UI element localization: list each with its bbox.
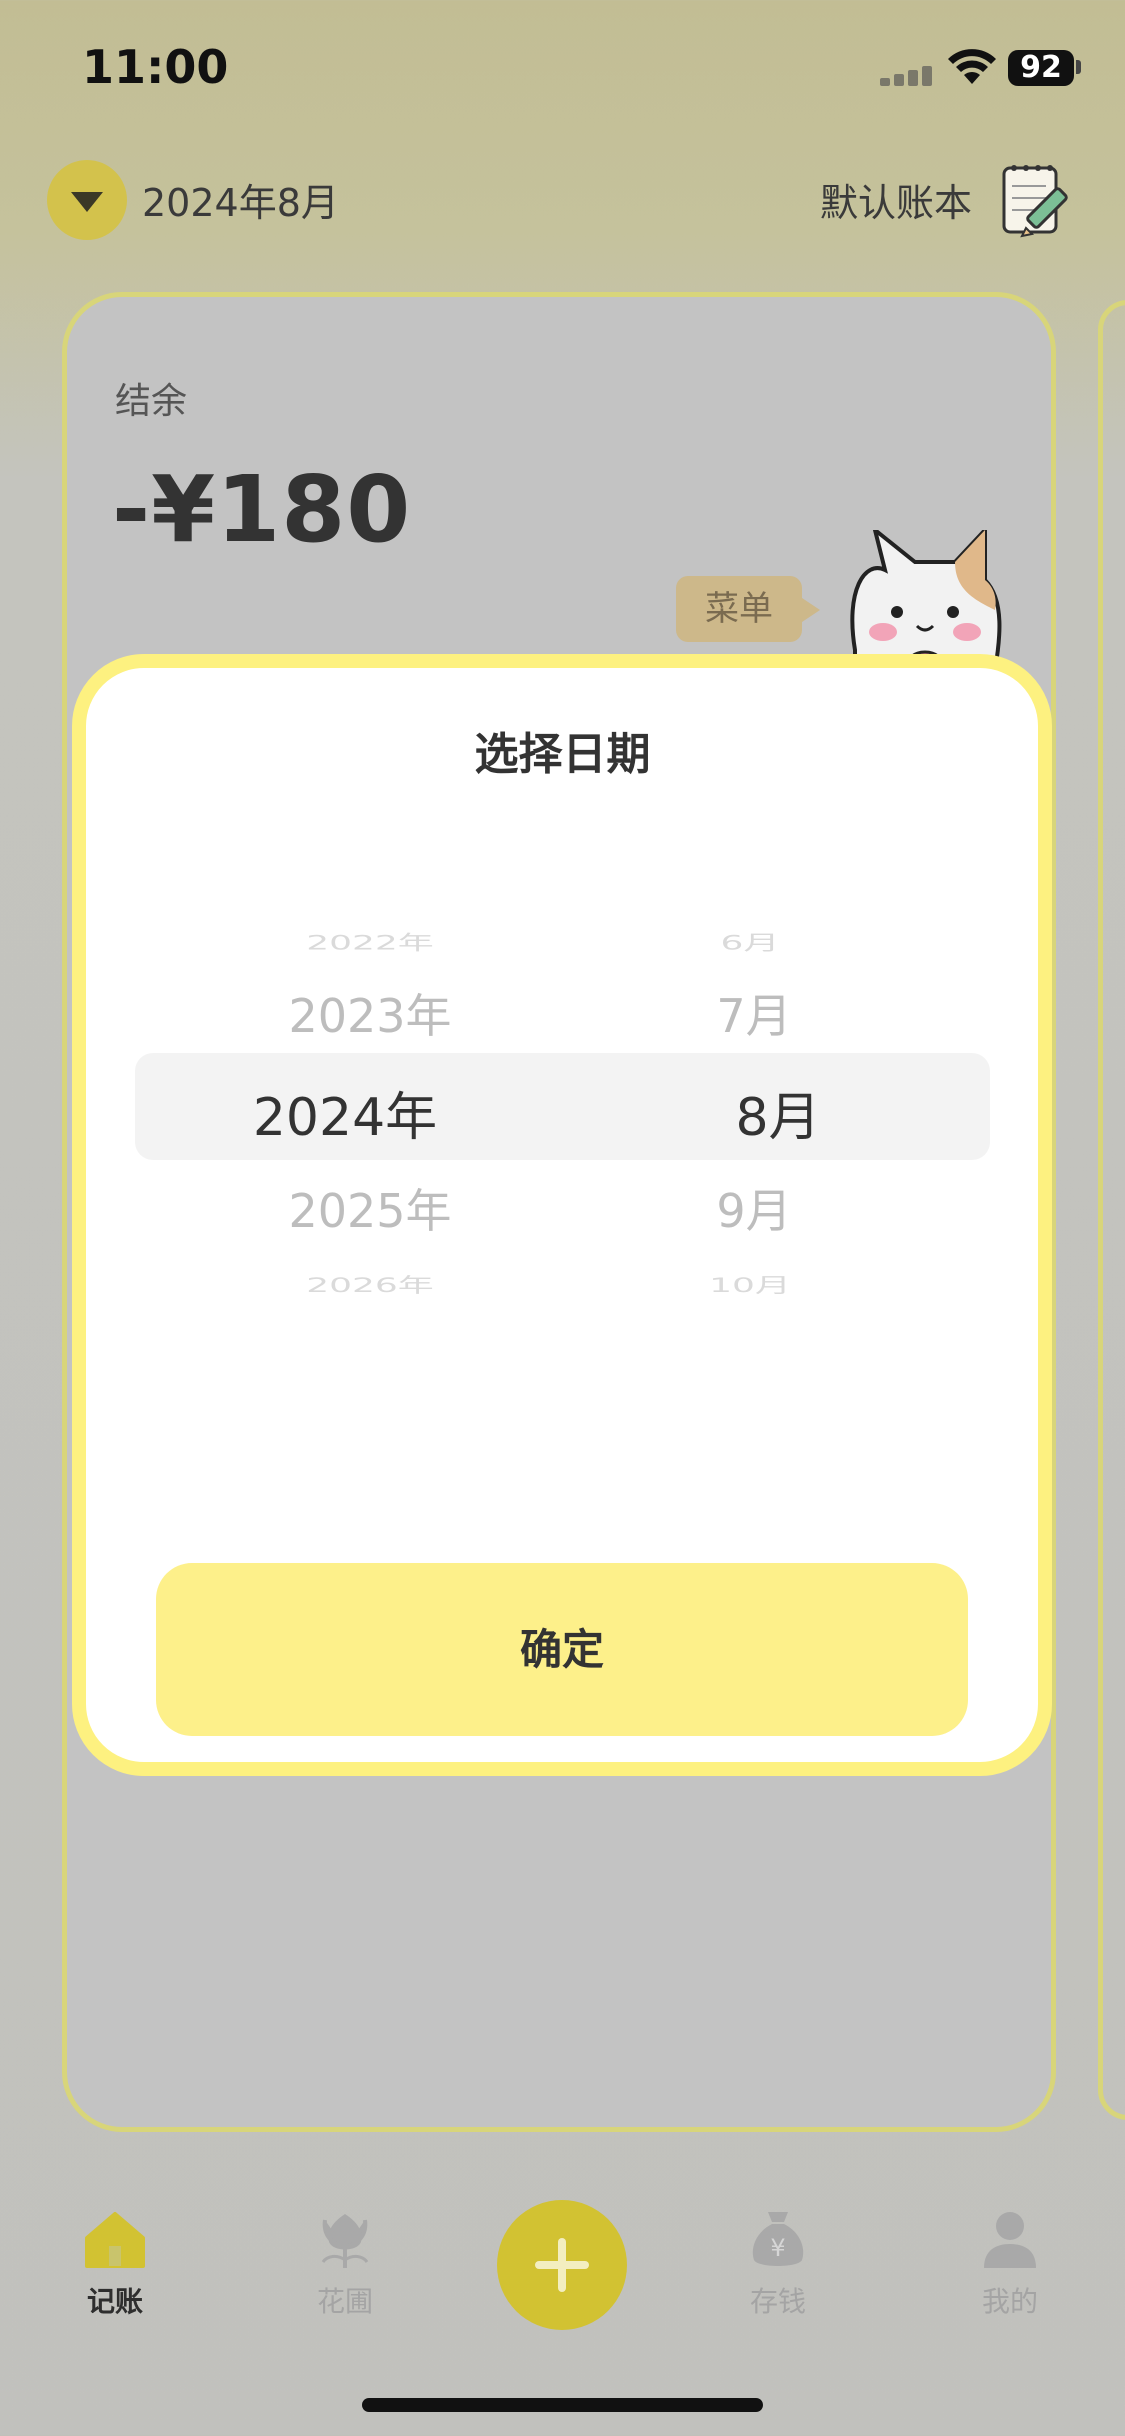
dialog-title: 选择日期 [474, 729, 651, 780]
current-month-label[interactable]: 2024年8月 [142, 172, 339, 227]
tab-bookkeeping[interactable]: 记账 [55, 2208, 175, 2320]
month-option-selected[interactable]: 8月 [678, 1075, 878, 1150]
month-option[interactable]: 7月 [654, 980, 854, 1046]
user-icon [984, 2212, 1036, 2268]
triangle-down-icon [71, 192, 103, 212]
menu-bubble[interactable]: 菜单 [676, 576, 820, 642]
tab-label: 记账 [86, 2285, 143, 2318]
year-option[interactable]: 2025年 [230, 1175, 510, 1241]
svg-text:¥: ¥ [770, 2234, 785, 2262]
balance-label: 结余 [115, 381, 188, 422]
year-option[interactable]: 2026年 [230, 1270, 510, 1299]
tab-garden[interactable]: 花圃 [285, 2208, 405, 2320]
cellular-signal-icon [880, 64, 934, 86]
battery-icon: 92 [1008, 50, 1074, 86]
wifi-icon [948, 49, 996, 84]
tab-label: 存钱 [749, 2285, 806, 2318]
battery-tip [1076, 60, 1081, 74]
money-bag-icon: ¥ [752, 2212, 804, 2266]
account-book-label[interactable]: 默认账本 [820, 172, 972, 227]
tab-label: 我的 [981, 2285, 1038, 2318]
tab-savings[interactable]: ¥ 存钱 [718, 2208, 838, 2320]
home-icon [85, 2212, 145, 2268]
balance-value: -¥180 [112, 456, 412, 563]
month-option[interactable]: 10月 [650, 1270, 850, 1299]
confirm-button[interactable]: 确定 [156, 1563, 968, 1736]
month-option[interactable]: 6月 [650, 927, 850, 956]
status-time: 11:00 [82, 40, 229, 94]
tab-label: 花圃 [316, 2285, 373, 2318]
home-indicator[interactable] [362, 2398, 763, 2412]
flower-icon [321, 2214, 369, 2268]
add-record-button[interactable] [497, 2200, 627, 2330]
year-option[interactable]: 2023年 [230, 980, 510, 1046]
month-option[interactable]: 9月 [654, 1175, 854, 1241]
notebook-pencil-icon[interactable] [996, 158, 1080, 238]
tab-profile[interactable]: 我的 [950, 2208, 1070, 2320]
year-option[interactable]: 2022年 [230, 927, 510, 956]
cat-mascot-icon[interactable] [835, 530, 1015, 670]
year-option-selected[interactable]: 2024年 [200, 1075, 490, 1150]
date-dropdown-button[interactable] [47, 160, 127, 240]
next-card-peek [1098, 300, 1125, 2120]
